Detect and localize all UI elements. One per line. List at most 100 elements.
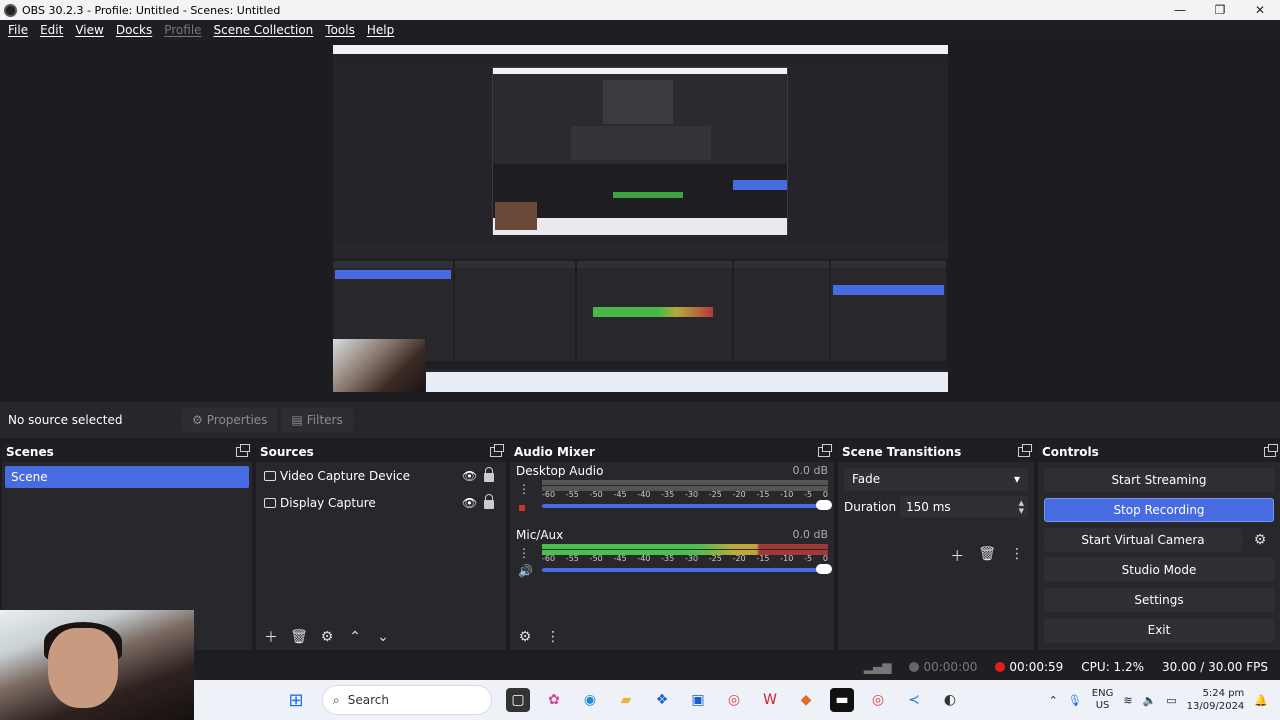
menu-help[interactable]: Help <box>361 23 400 37</box>
scenes-title: Scenes <box>6 445 54 459</box>
gear-icon[interactable]: ⚙ <box>1246 528 1274 552</box>
settings-button[interactable]: Settings <box>1044 588 1274 612</box>
visibility-eye-icon[interactable]: 👁 <box>462 469 477 483</box>
undock-icon[interactable] <box>1018 444 1032 457</box>
edge-icon[interactable]: ◉ <box>578 688 602 712</box>
lock-icon[interactable] <box>484 467 494 482</box>
more-vertical-icon[interactable]: ⋮ <box>544 629 562 645</box>
filters-button[interactable]: ▤ Filters <box>281 408 353 432</box>
volume-meter: -60 -55 -50 -45 -40 -35 -30 -25 -20 -15 -10 -5 0 <box>542 480 828 499</box>
chevron-up-icon[interactable]: ⌃ <box>1049 694 1058 707</box>
more-vertical-icon[interactable]: ⋮ <box>518 482 530 496</box>
volume-meter: -60 -55 -50 -45 -40 -35 -30 -25 -20 -15 -10 -5 0 <box>542 544 828 563</box>
menu-edit[interactable]: Edit <box>34 23 69 37</box>
transition-value: Fade <box>852 472 881 486</box>
properties-button[interactable]: ⚙ Properties <box>182 408 278 432</box>
clock-time: 5:24 pm <box>1202 688 1245 699</box>
move-down-icon[interactable]: ⌄ <box>374 629 392 645</box>
sources-title: Sources <box>260 445 314 459</box>
language-indicator[interactable]: ENG US <box>1092 688 1114 712</box>
store-icon[interactable]: ▣ <box>686 688 710 712</box>
meter-bar-left <box>542 544 828 549</box>
maximize-button[interactable]: ❐ <box>1200 0 1240 20</box>
menu-docks[interactable]: Docks <box>110 23 158 37</box>
close-button[interactable]: ✕ <box>1240 0 1280 20</box>
meter-ticks: -60 -55 -50 -45 -40 -35 -30 -25 -20 -15 -10 -5 0 <box>542 490 828 499</box>
wifi-icon[interactable]: ≋ <box>1123 694 1132 707</box>
sources-toolbar: ＋ 🗑 ⚙ ⌃ ⌄ <box>256 624 506 650</box>
clock-date: 13/09/2024 <box>1186 701 1245 712</box>
mixer-header: Audio Mixer <box>510 442 834 462</box>
start-virtual-camera-button[interactable]: Start Virtual Camera <box>1044 528 1242 552</box>
move-up-icon[interactable]: ⌃ <box>346 629 364 645</box>
slider-knob[interactable] <box>816 500 832 510</box>
undock-icon[interactable] <box>1264 444 1278 457</box>
battery-icon[interactable]: ▭ <box>1166 694 1176 707</box>
camera-icon <box>264 470 276 481</box>
record-icon <box>995 662 1006 672</box>
speaker-icon[interactable]: 🔊 <box>518 564 533 578</box>
advanced-audio-gear-icon[interactable]: ⚙ <box>516 629 534 645</box>
menu-scene-collection[interactable]: Scene Collection <box>208 23 320 37</box>
obs-taskbar-icon[interactable]: ◐ <box>938 688 962 712</box>
app-icon[interactable]: ◆ <box>794 688 818 712</box>
more-vertical-icon[interactable]: ⋮ <box>1010 546 1024 566</box>
gear-icon[interactable]: ⚙ <box>318 629 336 645</box>
spin-arrows-icon[interactable]: ▲ ▼ <box>1019 499 1028 515</box>
wps-icon[interactable]: W <box>758 688 782 712</box>
taskbar-clock[interactable]: 5:24 pm 13/09/2024 <box>1187 687 1245 713</box>
slider-knob[interactable] <box>816 564 832 574</box>
mic-icon[interactable]: 🎙 <box>1068 694 1082 707</box>
transitions-body: Fade ▾ Duration 150 ms ▲ ▼ ＋ 🗑 ⋮ <box>838 462 1034 650</box>
undock-icon[interactable] <box>490 444 504 457</box>
duration-spinbox[interactable]: 150 ms ▲ ▼ <box>900 496 1028 518</box>
volume-icon[interactable]: 🔈 <box>1143 694 1157 707</box>
transition-select[interactable]: Fade ▾ <box>844 468 1028 490</box>
start-streaming-button[interactable]: Start Streaming <box>1044 468 1274 492</box>
menu-tools[interactable]: Tools <box>319 23 361 37</box>
source-label: Video Capture Device <box>280 468 411 483</box>
transitions-title: Scene Transitions <box>842 445 962 459</box>
more-vertical-icon[interactable]: ⋮ <box>518 546 530 560</box>
visibility-eye-icon[interactable]: 👁 <box>462 496 477 510</box>
windows-start-icon[interactable]: ⊞ <box>284 688 308 712</box>
add-source-icon[interactable]: ＋ <box>262 627 280 647</box>
lock-icon[interactable] <box>484 494 494 509</box>
exit-button[interactable]: Exit <box>1044 618 1274 642</box>
menu-view[interactable]: View <box>69 23 109 37</box>
chrome-profile-icon[interactable]: ◎ <box>866 688 890 712</box>
source-toolbar: No source selected ⚙ Properties ▤ Filter… <box>0 402 1280 438</box>
trash-icon[interactable]: 🗑 <box>290 629 308 645</box>
vscode-icon[interactable]: ≺ <box>902 688 926 712</box>
chrome-icon[interactable]: ◎ <box>722 688 746 712</box>
terminal-icon[interactable]: ▬ <box>830 688 854 712</box>
source-item-display-capture[interactable]: Display Capture 👁 <box>256 489 506 516</box>
menu-file[interactable]: File <box>2 23 34 37</box>
add-transition-icon[interactable]: ＋ <box>950 546 964 566</box>
controls-dock: Controls Start Streaming Stop Recording … <box>1038 442 1280 650</box>
mixer-channel-desktop: Desktop Audio 0.0 dB ⋮ ▪ -60 -55 -50 -45 -4… <box>510 462 834 526</box>
taskbar-search[interactable]: ⌕ Search <box>322 685 492 715</box>
controls-header: Controls <box>1038 442 1280 462</box>
studio-mode-button[interactable]: Studio Mode <box>1044 558 1274 582</box>
system-tray: ⌃ 🎙 ENG US ≋ 🔈 ▭ 5:24 pm 13/09/2024 🔔 <box>1049 680 1268 720</box>
volume-slider[interactable] <box>542 564 832 574</box>
menu-profile[interactable]: Profile <box>158 23 207 37</box>
dropbox-icon[interactable]: ❖ <box>650 688 674 712</box>
file-explorer-icon[interactable]: ▰ <box>614 688 638 712</box>
scene-item[interactable]: Scene <box>5 466 249 488</box>
obs-logo-icon <box>4 3 17 17</box>
stop-recording-button[interactable]: Stop Recording <box>1044 498 1274 522</box>
notification-bell-icon[interactable]: 🔔 <box>1254 694 1268 707</box>
undock-icon[interactable] <box>236 444 250 457</box>
volume-slider[interactable] <box>542 500 832 510</box>
source-item-video-capture[interactable]: Video Capture Device 👁 <box>256 462 506 489</box>
copilot-icon[interactable]: ✿ <box>542 688 566 712</box>
muted-speaker-icon[interactable]: ▪ <box>518 500 526 514</box>
scene-transitions-dock: Scene Transitions Fade ▾ Duration 150 ms… <box>838 442 1034 650</box>
trash-icon[interactable]: 🗑 <box>978 546 996 566</box>
program-preview[interactable] <box>333 45 948 392</box>
minimize-button[interactable]: — <box>1160 0 1200 20</box>
undock-icon[interactable] <box>818 444 832 457</box>
task-view-icon[interactable]: ▢ <box>506 688 530 712</box>
